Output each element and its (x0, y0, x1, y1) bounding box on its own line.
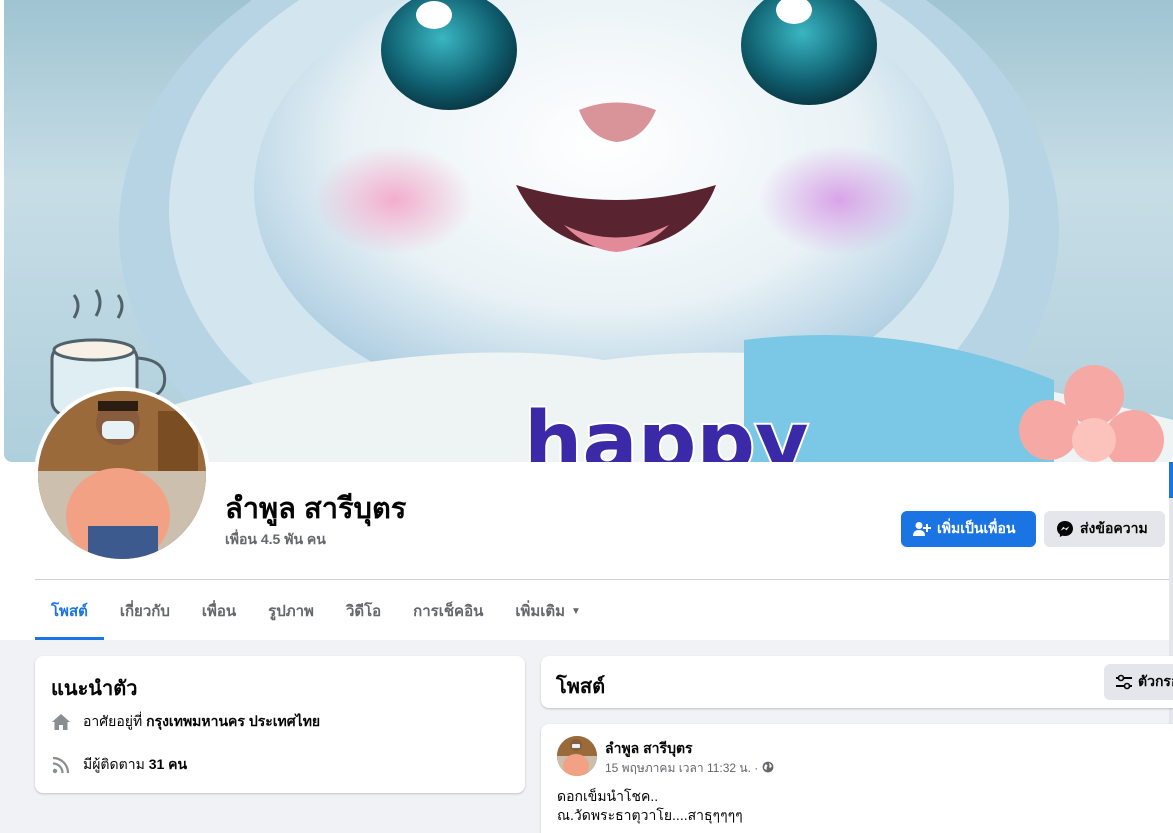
add-friend-button[interactable]: เพิ่มเป็นเพื่อน (901, 511, 1036, 547)
post-author-name[interactable]: ลำพูล สารีบุตร (605, 738, 693, 760)
rss-icon (51, 755, 71, 775)
add-friend-icon (913, 522, 931, 536)
svg-text:happy: happy (524, 395, 809, 462)
tab-photos[interactable]: รูปภาพ (252, 582, 330, 640)
home-icon (51, 712, 71, 732)
post-body: ดอกเข็มนำโชค.. ณ.วัดพระธาตุวาโย....สาธุๆ… (557, 787, 743, 825)
message-button[interactable]: ส่งข้อความ (1044, 511, 1165, 547)
tab-friends[interactable]: เพื่อน (186, 582, 252, 640)
tab-checkins[interactable]: การเช็คอิน (397, 582, 499, 640)
filter-label: ตัวกรอง (1138, 673, 1173, 689)
header-divider (35, 579, 1173, 580)
tab-more[interactable]: เพิ่มเติม ▼ (499, 582, 597, 640)
cover-photo[interactable]: happy (4, 0, 1173, 462)
avatar-photo (38, 391, 206, 559)
filter-button[interactable]: ตัวกรอง (1104, 664, 1173, 700)
post-meta: 15 พฤษภาคม เวลา 11:32 น. · (605, 759, 774, 778)
posts-title: โพสต์ (556, 676, 606, 698)
intro-lives-prefix: อาศัยอยู่ที่ (83, 713, 143, 729)
tab-videos[interactable]: วิดีโอ (330, 582, 397, 640)
profile-header: happy ลำพูล สารีบุตร เพื่อน 4.5 พัน คน เ… (0, 0, 1173, 640)
post-text-line: ณ.วัดพระธาตุวาโย....สาธุๆๆๆๆ (557, 807, 743, 823)
profile-avatar[interactable] (34, 387, 210, 563)
post-timestamp[interactable]: 15 พฤษภาคม เวลา 11:32 น. · (605, 759, 758, 778)
intro-followers-value[interactable]: 31 คน (149, 754, 187, 776)
friends-count[interactable]: เพื่อน 4.5 พัน คน (225, 529, 326, 551)
post-author-avatar[interactable] (557, 736, 597, 776)
intro-followers-prefix: มีผู้ติดตาม (83, 756, 145, 772)
globe-icon (762, 761, 774, 776)
caret-down-icon: ▼ (571, 605, 581, 617)
post-text-line: ดอกเข็มนำโชค.. (557, 788, 659, 804)
intro-card: แนะนำตัว อาศัยอยู่ที่ กรุงเทพมหานคร ประเ… (35, 656, 525, 793)
scrollbar-thumb[interactable] (1169, 462, 1173, 498)
intro-followers-row: มีผู้ติดตาม 31 คน (51, 754, 187, 776)
filter-icon (1116, 674, 1132, 690)
intro-lives-row: อาศัยอยู่ที่ กรุงเทพมหานคร ประเทศไทย (51, 711, 320, 733)
profile-name: ลำพูล สารีบุตร (225, 493, 407, 525)
tab-about[interactable]: เกี่ยวกับ (104, 582, 186, 640)
posts-header-card: โพสต์ ตัวกรอง (541, 656, 1173, 708)
profile-tabs: โพสต์ เกี่ยวกับ เพื่อน รูปภาพ วิดีโอ การ… (35, 582, 597, 640)
post-card: ลำพูล สารีบุตร 15 พฤษภาคม เวลา 11:32 น. … (541, 724, 1173, 833)
cover-illustration: happy (50, 0, 1173, 462)
messenger-icon (1057, 521, 1073, 537)
intro-title: แนะนำตัว (51, 678, 138, 700)
intro-lives-value[interactable]: กรุงเทพมหานคร ประเทศไทย (146, 711, 320, 733)
message-label: ส่งข้อความ (1080, 520, 1148, 536)
add-friend-label: เพิ่มเป็นเพื่อน (937, 520, 1016, 536)
tab-posts[interactable]: โพสต์ (35, 582, 104, 640)
